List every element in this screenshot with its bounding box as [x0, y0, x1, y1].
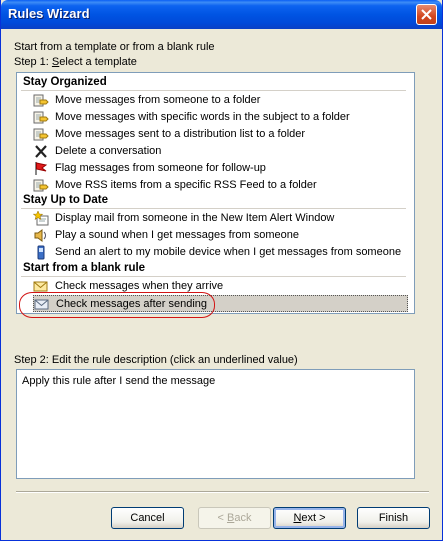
group-divider	[21, 208, 406, 209]
mobile-device-icon	[33, 245, 49, 260]
template-list[interactable]: Stay Organized Move messages from someon…	[16, 72, 415, 314]
list-item-selected[interactable]: Check messages after sending	[33, 295, 408, 312]
rule-description-box[interactable]: Apply this rule after I send the message	[16, 369, 415, 479]
divider	[16, 491, 429, 493]
close-icon	[421, 9, 432, 20]
group-header-start-blank: Start from a blank rule	[23, 262, 146, 274]
folder-move-icon	[33, 93, 49, 108]
list-item[interactable]: Play a sound when I get messages from so…	[33, 227, 408, 244]
sound-icon	[33, 228, 49, 243]
list-item[interactable]: Display mail from someone in the New Ite…	[32, 210, 408, 227]
close-button[interactable]	[416, 4, 437, 25]
list-item[interactable]: Delete a conversation	[33, 143, 408, 160]
rule-description-text: Apply this rule after I send the message	[22, 375, 216, 387]
step2-label: Step 2: Edit the rule description (click…	[14, 354, 298, 366]
list-item[interactable]: Move messages sent to a distribution lis…	[33, 126, 408, 143]
next-button[interactable]: Next >	[273, 507, 346, 529]
cancel-button[interactable]: Cancel	[111, 507, 184, 529]
finish-button[interactable]: Finish	[357, 507, 430, 529]
window-title: Rules Wizard	[8, 6, 90, 21]
title-bar[interactable]: Rules Wizard	[1, 0, 442, 29]
list-item[interactable]: Send an alert to my mobile device when I…	[33, 244, 408, 261]
folder-move-icon	[33, 110, 49, 125]
red-flag-icon	[33, 161, 49, 176]
list-item[interactable]: Flag messages from someone for follow-up	[33, 160, 408, 177]
group-header-stay-up-to-date: Stay Up to Date	[23, 194, 108, 206]
delete-x-icon	[33, 144, 49, 159]
list-item[interactable]: Move messages with specific words in the…	[33, 109, 408, 126]
list-item[interactable]: Move messages from someone to a folder	[33, 92, 408, 109]
group-divider	[21, 90, 406, 91]
envelope-icon	[33, 279, 49, 294]
back-button[interactable]: < Back	[198, 507, 271, 529]
intro-text: Start from a template or from a blank ru…	[14, 41, 215, 53]
group-divider	[21, 276, 406, 277]
rules-wizard-dialog: Rules Wizard Start from a template or fr…	[0, 0, 443, 541]
sent-envelope-icon	[34, 297, 50, 312]
folder-move-icon	[33, 178, 49, 193]
list-item[interactable]: Check messages when they arrive	[33, 278, 408, 295]
step1-label: Step 1: Select a template	[14, 56, 137, 68]
group-header-stay-organized: Stay Organized	[23, 76, 107, 88]
alert-window-icon	[32, 210, 49, 226]
folder-move-icon	[33, 127, 49, 142]
list-item[interactable]: Move RSS items from a specific RSS Feed …	[33, 177, 408, 194]
